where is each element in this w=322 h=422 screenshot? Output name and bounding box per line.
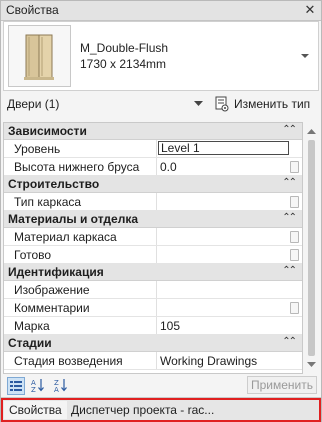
group-header-construction[interactable]: Строительство ⌃⌃ [4,176,302,193]
collapse-icon[interactable]: ⌃⌃ [282,124,297,135]
filter-row: Двери (1) Изменить тип [1,93,321,115]
scroll-down-icon[interactable] [307,362,316,368]
property-row[interactable]: Тип каркаса [4,193,302,211]
group-header-materials[interactable]: Материалы и отделка ⌃⌃ [4,211,302,228]
type-size: 1730 x 2134mm [80,57,167,71]
panel-tabs: Свойства Диспетчер проекта - rac... [1,397,321,422]
svg-text:A: A [54,386,59,393]
vertical-scrollbar[interactable] [304,122,319,374]
collapse-icon[interactable]: ⌃⌃ [282,212,297,223]
double-door-icon [8,25,71,87]
field-button[interactable] [290,161,299,173]
apply-button[interactable]: Применить [247,376,317,394]
chevron-down-icon[interactable] [300,51,310,61]
highlight-frame [1,398,321,422]
property-row[interactable]: Стадия возведения Working Drawings [4,352,302,370]
property-row[interactable]: Готово [4,246,302,264]
sort-descending-button[interactable]: Z A [53,377,71,395]
property-row[interactable]: Материал каркаса [4,228,302,246]
collapse-icon[interactable]: ⌃⌃ [282,336,297,347]
edit-type-button[interactable]: Изменить тип [213,94,317,114]
field-button[interactable] [290,231,299,243]
categorized-view-button[interactable] [7,377,25,395]
properties-grid: Зависимости ⌃⌃ Уровень Level 1 Высота ни… [3,122,303,374]
chevron-down-icon[interactable] [194,101,203,107]
grid-toolbar: A Z Z A Применить [1,375,321,397]
field-button[interactable] [290,302,299,314]
property-row[interactable]: Высота нижнего бруса 0.0 [4,158,302,176]
close-icon[interactable]: ✕ [303,2,317,18]
property-row[interactable]: Изображение [4,281,302,299]
sort-ascending-button[interactable]: A Z [30,377,48,395]
categorized-icon [10,381,22,391]
field-button[interactable] [290,196,299,208]
group-header-constraints[interactable]: Зависимости ⌃⌃ [4,123,302,140]
level-input[interactable]: Level 1 [158,141,289,155]
sort-za-icon: Z A [54,379,67,394]
collapse-icon[interactable]: ⌃⌃ [282,265,297,276]
property-row[interactable]: Марка 105 [4,317,302,335]
field-button[interactable] [290,249,299,261]
edit-type-icon [215,96,229,112]
panel-titlebar[interactable]: Свойства ✕ [1,1,321,21]
svg-text:Z: Z [31,386,36,393]
type-selector[interactable]: M_Double-Flush 1730 x 2134mm [3,21,319,91]
edit-type-label: Изменить тип [234,97,311,111]
properties-panel: Свойства ✕ M_Double-Flush 1730 x 2134mm … [0,0,322,422]
collapse-icon[interactable]: ⌃⌃ [282,177,297,188]
scrollbar-thumb[interactable] [308,140,315,356]
group-header-identity[interactable]: Идентификация ⌃⌃ [4,264,302,281]
sort-az-icon: A Z [31,379,44,394]
category-filter[interactable]: Двери (1) [7,97,59,111]
panel-title: Свойства [6,3,59,17]
property-row[interactable]: Уровень Level 1 [4,140,302,158]
property-row[interactable]: Комментарии [4,299,302,317]
type-family-name: M_Double-Flush [80,41,169,55]
scroll-up-icon[interactable] [307,128,316,134]
group-header-phasing[interactable]: Стадии ⌃⌃ [4,335,302,352]
